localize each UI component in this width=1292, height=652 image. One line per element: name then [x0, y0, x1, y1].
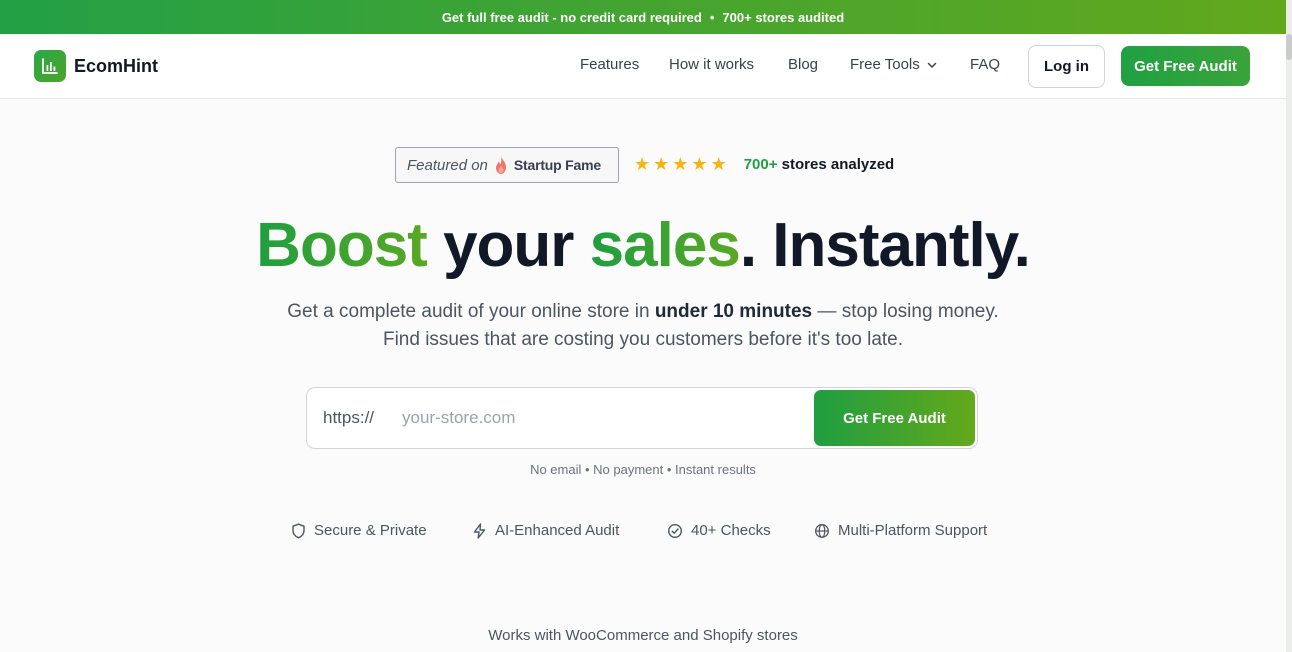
works-with-text: Works with WooCommerce and Shopify store… — [488, 627, 798, 644]
url-prefix: https:// — [323, 408, 375, 427]
star-icon: ★ — [672, 154, 689, 174]
star-icon: ★ — [691, 154, 708, 174]
headline-boost: Boost — [256, 211, 428, 280]
feature-label: 40+ Checks — [691, 522, 771, 539]
scrollbar-thumb[interactable] — [1286, 34, 1292, 60]
logo[interactable]: EcomHint — [34, 50, 158, 82]
brand-name: EcomHint — [74, 55, 159, 76]
rating-count: 700+ — [743, 155, 778, 173]
nav-features[interactable]: Features — [580, 56, 639, 73]
shield-icon — [292, 523, 305, 538]
flame-icon — [495, 156, 506, 174]
feature-label: Secure & Private — [314, 522, 427, 539]
hero-subheading: Get a complete audit of your online stor… — [0, 298, 1286, 354]
feature-list: Secure & Private AI-Enhanced Audit 40+ C… — [0, 522, 1286, 544]
form-note: No email • No payment • Instant results — [530, 462, 756, 477]
bar-chart-icon — [34, 50, 66, 82]
banner-text-audit: Get full free audit - no credit card req… — [441, 9, 702, 25]
nav-free-tools-label: Free Tools — [850, 56, 920, 73]
banner-text-stores: 700+ stores audited — [722, 9, 845, 25]
feature-label: Multi-Platform Support — [838, 522, 988, 539]
star-icon: ★ — [710, 154, 727, 174]
nav-blog[interactable]: Blog — [788, 56, 818, 73]
hero-headline: Boost your sales. Instantly. — [0, 210, 1286, 282]
lightning-icon — [473, 522, 486, 539]
sub-text-b: — stop losing money. — [817, 301, 999, 322]
feature-checks: 40+ Checks — [667, 522, 771, 539]
star-icon: ★ — [653, 154, 670, 174]
feature-ai: AI-Enhanced Audit — [472, 522, 619, 539]
star-icon: ★ — [634, 154, 651, 174]
headline-sales: sales — [589, 211, 741, 280]
nav-free-tools[interactable]: Free Tools — [850, 56, 938, 73]
banner-separator: • — [709, 9, 715, 25]
header-get-audit-button[interactable]: Get Free Audit — [1121, 46, 1250, 86]
check-circle-icon — [667, 523, 683, 538]
store-url-input[interactable] — [402, 401, 802, 435]
login-button[interactable]: Log in — [1028, 45, 1105, 88]
rating-text: 700+ stores analyzed — [744, 156, 895, 173]
featured-on-badge[interactable]: Featured on Startup Fame — [395, 147, 619, 183]
site-header: EcomHint Features How it works Blog Free… — [0, 34, 1286, 99]
featured-brand: Startup Fame — [513, 157, 601, 173]
nav-faq[interactable]: FAQ — [970, 56, 1000, 73]
featured-prefix: Featured on — [407, 156, 488, 174]
promo-banner[interactable]: Get full free audit - no credit card req… — [0, 0, 1286, 34]
rating-label: stores analyzed — [781, 155, 895, 173]
feature-secure: Secure & Private — [291, 522, 427, 539]
chevron-down-icon — [927, 62, 937, 68]
subheading-line-1: Get a complete audit of your online stor… — [0, 298, 1286, 326]
nav-how-it-works[interactable]: How it works — [669, 56, 754, 73]
headline-your: your — [443, 211, 574, 280]
rating: ★ ★ ★ ★ ★ 700+ stores analyzed — [634, 155, 894, 173]
globe-icon — [815, 523, 829, 538]
sub-text-a: Get a complete audit of your online stor… — [287, 301, 650, 322]
feature-multiplatform: Multi-Platform Support — [814, 522, 987, 539]
audit-form: https:// Get Free Audit — [306, 387, 978, 449]
get-free-audit-button[interactable]: Get Free Audit — [814, 390, 975, 446]
subheading-line-2: Find issues that are costing you custome… — [382, 329, 904, 350]
headline-instantly: . Instantly. — [739, 211, 1031, 280]
page-scrollbar[interactable] — [1286, 0, 1292, 652]
feature-label: AI-Enhanced Audit — [495, 522, 620, 539]
sub-text-bold: under 10 minutes — [654, 301, 813, 322]
